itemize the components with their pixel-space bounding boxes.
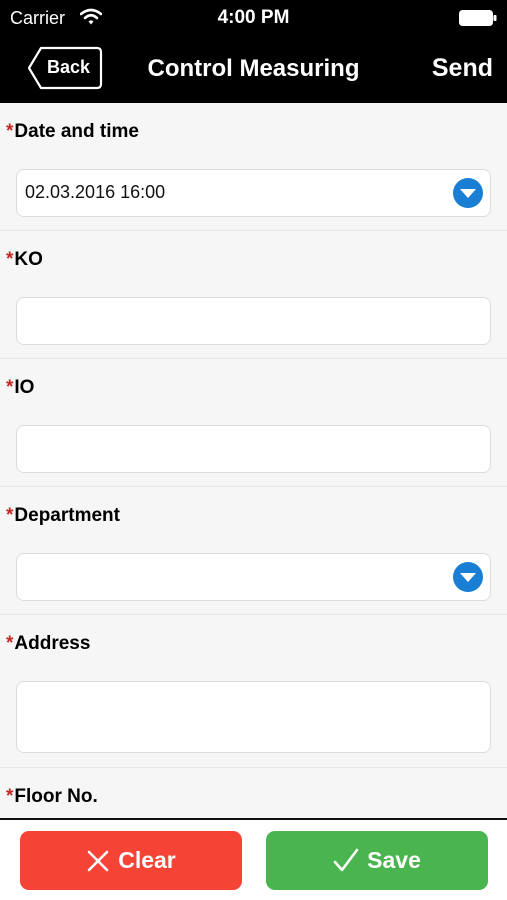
- action-bar: Clear Save: [0, 818, 507, 900]
- io-input[interactable]: [16, 425, 491, 473]
- field-label: *Address: [6, 633, 91, 654]
- date-time-value: 02.03.2016 16:00: [25, 182, 166, 202]
- required-marker: *: [6, 633, 14, 654]
- checkmark-icon: [333, 848, 359, 871]
- save-button[interactable]: Save: [266, 831, 488, 890]
- chevron-down-icon: [453, 562, 483, 592]
- field-date-and-time: *Date and time 02.03.2016 16:00: [0, 103, 507, 231]
- ko-input[interactable]: [16, 297, 491, 345]
- battery-icon: [459, 10, 497, 26]
- field-label: *IO: [6, 377, 35, 398]
- navigation-bar: Back Control Measuring Send: [0, 38, 507, 103]
- date-time-select[interactable]: 02.03.2016 16:00: [16, 169, 491, 217]
- clock: 4:00 PM: [217, 7, 290, 28]
- field-io: *IO: [0, 359, 507, 487]
- field-department: *Department: [0, 487, 507, 615]
- status-bar: Carrier 4:00 PM: [0, 0, 507, 38]
- close-icon: [87, 850, 109, 871]
- required-marker: *: [6, 786, 14, 807]
- save-label: Save: [367, 847, 421, 873]
- required-marker: *: [6, 505, 14, 526]
- field-label: *Date and time: [6, 121, 139, 142]
- required-marker: *: [6, 377, 14, 398]
- clear-label: Clear: [118, 847, 176, 873]
- required-marker: *: [6, 121, 14, 142]
- required-marker: *: [6, 249, 14, 270]
- send-button[interactable]: Send: [432, 54, 493, 83]
- clear-button[interactable]: Clear: [20, 831, 242, 890]
- form: *Date and time 02.03.2016 16:00 *KO *IO …: [0, 103, 507, 818]
- field-label: *Floor No.: [6, 786, 98, 807]
- department-select[interactable]: [16, 553, 491, 601]
- field-address: *Address: [0, 615, 507, 768]
- chevron-down-icon: [453, 178, 483, 208]
- field-floor-no: *Floor No.: [0, 768, 507, 818]
- field-label: *Department: [6, 505, 120, 526]
- field-label: *KO: [6, 249, 43, 270]
- address-textarea[interactable]: [16, 681, 491, 753]
- field-ko: *KO: [0, 231, 507, 359]
